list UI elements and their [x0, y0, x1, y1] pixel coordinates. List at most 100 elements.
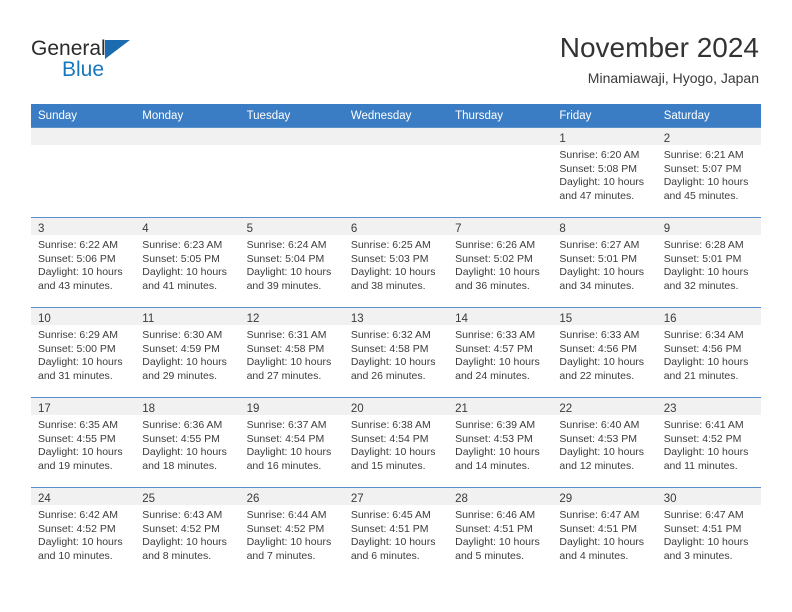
- daylight-duration: Daylight: 10 hours and 27 minutes.: [246, 356, 332, 382]
- sunrise-time: Sunrise: 6:27 AM: [559, 239, 640, 251]
- day-sun-info: Sunrise: 6:26 AM Sunset: 5:02 PM Daylight:…: [448, 235, 552, 293]
- day-number-band: 23: [656, 398, 761, 415]
- calendar-day-cell[interactable]: 12 Sunrise: 6:31 AM Sunset: 4:58 PM Dayligh…: [239, 307, 344, 398]
- day-sun-info: Sunrise: 6:34 AM Sunset: 4:56 PM Daylight:…: [657, 325, 761, 383]
- calendar-day-cell[interactable]: 17 Sunrise: 6:35 AM Sunset: 4:55 PM Dayligh…: [31, 397, 136, 488]
- calendar-day-cell[interactable]: 4 Sunrise: 6:23 AM Sunset: 5:05 PM Daylight…: [135, 217, 240, 308]
- calendar-day-cell[interactable]: 5 Sunrise: 6:24 AM Sunset: 5:04 PM Daylight…: [239, 217, 344, 308]
- day-number: 14: [455, 313, 468, 325]
- calendar-day-cell[interactable]: 10 Sunrise: 6:29 AM Sunset: 5:00 PM Dayligh…: [31, 307, 136, 398]
- calendar-day-cell[interactable]: 20 Sunrise: 6:38 AM Sunset: 4:54 PM Dayligh…: [343, 397, 449, 488]
- weekday-header-tuesday: Tuesday: [239, 104, 344, 128]
- day-sun-info: Sunrise: 6:30 AM Sunset: 4:59 PM Daylight:…: [135, 325, 239, 383]
- day-number-band: 27: [343, 488, 449, 505]
- day-number-band: 8: [552, 218, 657, 235]
- daylight-duration: Daylight: 10 hours and 22 minutes.: [559, 356, 645, 382]
- sunrise-time: Sunrise: 6:43 AM: [142, 509, 223, 521]
- calendar-day-cell-empty: [239, 127, 344, 218]
- logo-text-blue: Blue: [62, 58, 105, 81]
- day-number-band: 20: [343, 398, 449, 415]
- calendar-day-cell[interactable]: 3 Sunrise: 6:22 AM Sunset: 5:06 PM Daylight…: [31, 217, 136, 308]
- sunset-time: Sunset: 5:03 PM: [350, 252, 429, 265]
- calendar-week-row: 3 Sunrise: 6:22 AM Sunset: 5:06 PM Daylight…: [31, 217, 761, 308]
- calendar-day-cell[interactable]: 27 Sunrise: 6:45 AM Sunset: 4:51 PM Dayligh…: [343, 487, 449, 577]
- calendar-day-cell[interactable]: 9 Sunrise: 6:28 AM Sunset: 5:01 PM Daylight…: [656, 217, 761, 308]
- day-number-band: [135, 128, 240, 145]
- sunrise-time: Sunrise: 6:39 AM: [455, 419, 536, 431]
- day-sun-info: Sunrise: 6:29 AM Sunset: 5:00 PM Daylight:…: [31, 325, 135, 383]
- day-number-band: 3: [31, 218, 136, 235]
- sunset-time: Sunset: 5:01 PM: [663, 252, 742, 265]
- sunrise-time: Sunrise: 6:22 AM: [38, 239, 118, 251]
- daylight-duration: Daylight: 10 hours and 3 minutes.: [663, 536, 749, 562]
- calendar-day-cell[interactable]: 25 Sunrise: 6:43 AM Sunset: 4:52 PM Dayligh…: [135, 487, 240, 577]
- daylight-duration: Daylight: 10 hours and 21 minutes.: [663, 356, 749, 382]
- daylight-duration: Daylight: 10 hours and 31 minutes.: [38, 356, 123, 382]
- sunrise-time: Sunrise: 6:25 AM: [350, 239, 431, 251]
- daylight-duration: Daylight: 10 hours and 6 minutes.: [350, 536, 436, 562]
- calendar-day-cell[interactable]: 2 Sunrise: 6:21 AM Sunset: 5:07 PM Daylight…: [656, 127, 761, 218]
- day-number: 5: [246, 223, 253, 235]
- sunrise-time: Sunrise: 6:31 AM: [246, 329, 327, 341]
- calendar-day-cell[interactable]: 14 Sunrise: 6:33 AM Sunset: 4:57 PM Dayligh…: [448, 307, 553, 398]
- sunset-time: Sunset: 5:01 PM: [559, 252, 638, 265]
- day-sun-info: Sunrise: 6:40 AM Sunset: 4:53 PM Daylight:…: [552, 415, 656, 473]
- sunset-time: Sunset: 5:05 PM: [142, 252, 220, 265]
- sunset-time: Sunset: 4:52 PM: [663, 432, 742, 445]
- day-sun-info: Sunrise: 6:47 AM Sunset: 4:51 PM Daylight:…: [657, 505, 761, 563]
- weekday-header-friday: Friday: [552, 104, 657, 128]
- day-number-band: 17: [31, 398, 136, 415]
- calendar-day-cell-empty: [31, 127, 136, 218]
- calendar-day-cell[interactable]: 1 Sunrise: 6:20 AM Sunset: 5:08 PM Daylight…: [552, 127, 657, 218]
- calendar-day-cell[interactable]: 7 Sunrise: 6:26 AM Sunset: 5:02 PM Daylight…: [448, 217, 553, 308]
- daylight-duration: Daylight: 10 hours and 12 minutes.: [559, 446, 645, 472]
- sunrise-time: Sunrise: 6:30 AM: [142, 329, 223, 341]
- calendar-day-cell[interactable]: 6 Sunrise: 6:25 AM Sunset: 5:03 PM Daylight…: [343, 217, 449, 308]
- calendar-day-cell[interactable]: 18 Sunrise: 6:36 AM Sunset: 4:55 PM Dayligh…: [135, 397, 240, 488]
- calendar-day-cell[interactable]: 11 Sunrise: 6:30 AM Sunset: 4:59 PM Dayligh…: [135, 307, 240, 398]
- day-number-band: [343, 128, 449, 145]
- calendar-day-cell[interactable]: 23 Sunrise: 6:41 AM Sunset: 4:52 PM Dayligh…: [656, 397, 761, 488]
- day-number-band: 29: [552, 488, 657, 505]
- day-number: 10: [38, 313, 51, 325]
- calendar-day-cell[interactable]: 8 Sunrise: 6:27 AM Sunset: 5:01 PM Daylight…: [552, 217, 657, 308]
- daylight-duration: Daylight: 10 hours and 16 minutes.: [246, 446, 332, 472]
- calendar-day-cell[interactable]: 29 Sunrise: 6:47 AM Sunset: 4:51 PM Dayligh…: [552, 487, 657, 577]
- general-blue-logo[interactable]: General Blue: [31, 37, 231, 83]
- calendar-day-cell-empty: [135, 127, 240, 218]
- calendar-day-cell[interactable]: 26 Sunrise: 6:44 AM Sunset: 4:52 PM Dayligh…: [239, 487, 344, 577]
- day-sun-info: Sunrise: 6:33 AM Sunset: 4:56 PM Daylight:…: [552, 325, 656, 383]
- page-title: November 2024: [559, 32, 759, 63]
- calendar-day-cell[interactable]: 16 Sunrise: 6:34 AM Sunset: 4:56 PM Dayligh…: [656, 307, 761, 398]
- sunset-time: Sunset: 5:07 PM: [663, 162, 742, 175]
- title-block: November 2024 Minamiawaji, Hyogo, Japan: [560, 31, 759, 88]
- sunset-time: Sunset: 4:56 PM: [663, 342, 742, 355]
- day-number: 7: [455, 223, 462, 235]
- daylight-duration: Daylight: 10 hours and 29 minutes.: [142, 356, 227, 382]
- day-number-band: 1: [552, 128, 657, 145]
- calendar-day-cell[interactable]: 22 Sunrise: 6:40 AM Sunset: 4:53 PM Dayligh…: [552, 397, 657, 488]
- daylight-duration: Daylight: 10 hours and 43 minutes.: [38, 266, 123, 292]
- day-number-band: [448, 128, 553, 145]
- calendar-day-cell[interactable]: 15 Sunrise: 6:33 AM Sunset: 4:56 PM Dayligh…: [552, 307, 657, 398]
- sunrise-time: Sunrise: 6:45 AM: [350, 509, 431, 521]
- day-number-band: 12: [239, 308, 344, 325]
- calendar-day-cell[interactable]: 30 Sunrise: 6:47 AM Sunset: 4:51 PM Dayligh…: [656, 487, 761, 577]
- calendar-day-cell[interactable]: 13 Sunrise: 6:32 AM Sunset: 4:58 PM Dayligh…: [343, 307, 449, 398]
- sunrise-time: Sunrise: 6:37 AM: [246, 419, 327, 431]
- day-number: 24: [38, 493, 51, 505]
- calendar-day-cell[interactable]: 24 Sunrise: 6:42 AM Sunset: 4:52 PM Dayligh…: [31, 487, 136, 577]
- sunset-time: Sunset: 5:04 PM: [246, 252, 325, 265]
- sunset-time: Sunset: 4:51 PM: [663, 522, 742, 535]
- weekday-header-sunday: Sunday: [31, 104, 136, 128]
- daylight-duration: Daylight: 10 hours and 38 minutes.: [350, 266, 436, 292]
- daylight-duration: Daylight: 10 hours and 15 minutes.: [350, 446, 436, 472]
- calendar-day-cell[interactable]: 19 Sunrise: 6:37 AM Sunset: 4:54 PM Dayligh…: [239, 397, 344, 488]
- calendar-day-cell[interactable]: 21 Sunrise: 6:39 AM Sunset: 4:53 PM Dayligh…: [448, 397, 553, 488]
- sunset-time: Sunset: 5:00 PM: [38, 342, 116, 355]
- day-number: 3: [38, 223, 45, 235]
- day-number-band: 28: [448, 488, 553, 505]
- calendar-day-cell[interactable]: 28 Sunrise: 6:46 AM Sunset: 4:51 PM Dayligh…: [448, 487, 553, 577]
- day-number: 9: [663, 223, 671, 235]
- sunrise-time: Sunrise: 6:26 AM: [455, 239, 536, 251]
